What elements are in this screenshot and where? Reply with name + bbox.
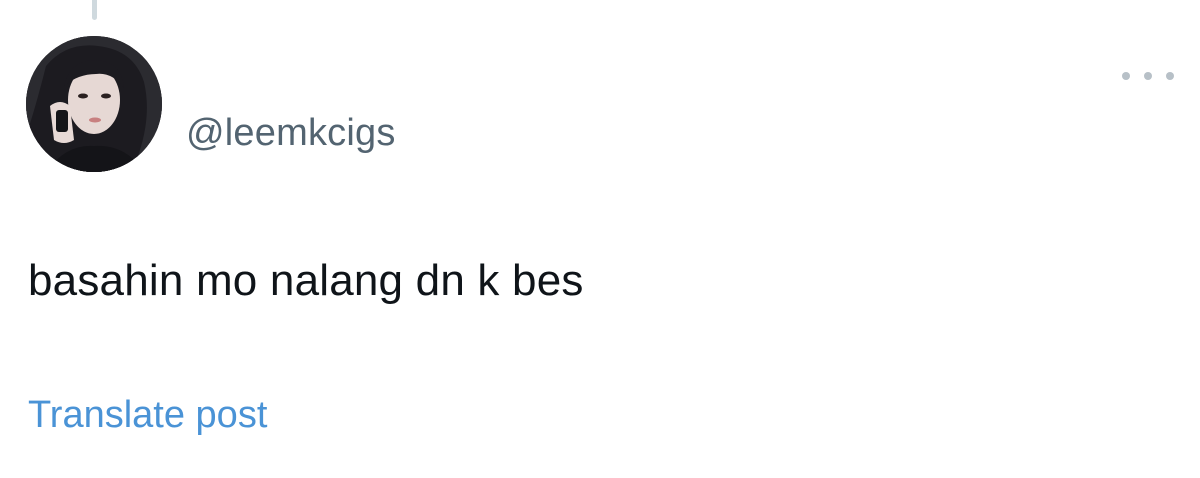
translate-post-link[interactable]: Translate post — [28, 394, 267, 437]
post-text: basahin mo nalang dn k bes — [28, 256, 584, 305]
thread-connector-line — [92, 0, 97, 20]
more-horizontal-icon-dot — [1144, 72, 1152, 80]
avatar-photo — [26, 36, 162, 172]
more-horizontal-icon-dot — [1166, 72, 1174, 80]
more-horizontal-icon — [1122, 72, 1130, 80]
author-handle[interactable]: @leemkcigs — [186, 112, 396, 155]
more-options-button[interactable] — [1122, 66, 1174, 86]
avatar[interactable] — [26, 36, 162, 172]
